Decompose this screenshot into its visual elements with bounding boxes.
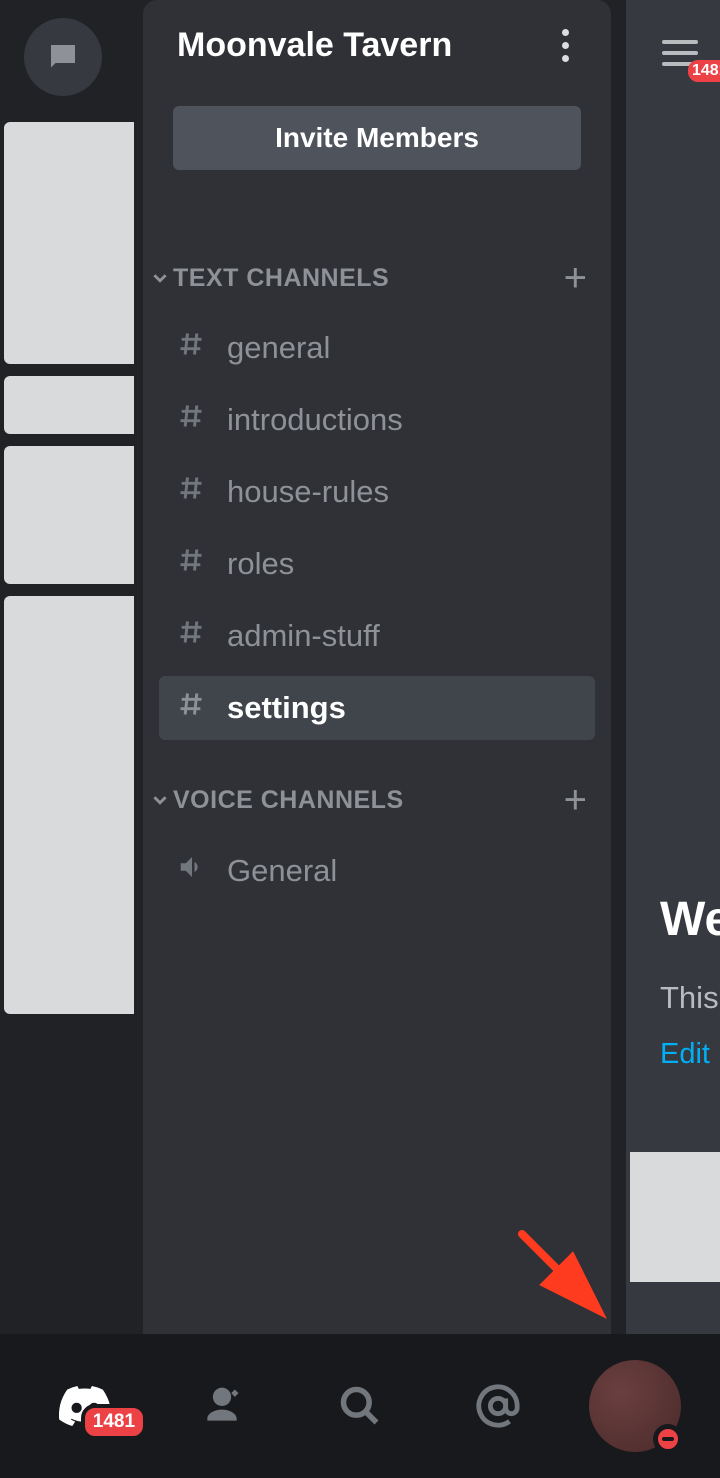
user-avatar [589, 1360, 681, 1452]
speaker-icon [177, 852, 207, 890]
voice-channels-category[interactable]: VOICE CHANNELS + [143, 748, 611, 830]
channel-name: introductions [227, 402, 403, 438]
tab-home[interactable]: 1481 [35, 1356, 135, 1456]
status-dnd-icon [653, 1424, 683, 1454]
channel-admin-stuff[interactable]: admin-stuff [159, 604, 595, 668]
bottom-tab-bar: 1481 [0, 1334, 720, 1478]
tab-friends[interactable] [172, 1356, 272, 1456]
text-channels-category[interactable]: TEXT CHANNELS + [143, 200, 611, 308]
channel-name: admin-stuff [227, 618, 380, 654]
invite-members-button[interactable]: Invite Members [173, 106, 581, 170]
hash-icon [177, 402, 207, 438]
server-rail [0, 0, 140, 1334]
chevron-down-icon [153, 793, 167, 807]
notification-badge: 1481 [81, 1404, 147, 1440]
add-voice-channel-icon[interactable]: + [564, 780, 587, 820]
server-icon[interactable] [4, 122, 134, 364]
channel-sidebar: Moonvale Tavern Invite Members TEXT CHAN… [143, 0, 611, 1334]
channel-house-rules[interactable]: house-rules [159, 460, 595, 524]
channel-name: roles [227, 546, 294, 582]
direct-messages-button[interactable] [24, 18, 102, 96]
add-text-channel-icon[interactable]: + [564, 258, 587, 298]
hash-icon [177, 690, 207, 726]
welcome-heading: We [660, 892, 720, 947]
hash-icon [177, 618, 207, 654]
search-icon [338, 1384, 382, 1428]
server-icon[interactable] [4, 446, 134, 584]
at-icon [475, 1383, 521, 1429]
channel-name: General [227, 853, 337, 889]
hash-icon [177, 546, 207, 582]
category-label: TEXT CHANNELS [173, 264, 389, 293]
server-icon[interactable] [4, 376, 134, 434]
channel-name: general [227, 330, 330, 366]
server-name: Moonvale Tavern [177, 26, 452, 65]
message-input-peek[interactable] [630, 1152, 720, 1282]
channel-general[interactable]: general [159, 316, 595, 380]
chat-bubble-icon [45, 39, 81, 75]
server-icon[interactable] [4, 596, 134, 1014]
category-label: VOICE CHANNELS [173, 786, 404, 815]
channel-introductions[interactable]: introductions [159, 388, 595, 452]
channel-name: house-rules [227, 474, 389, 510]
server-menu-icon[interactable] [549, 24, 581, 66]
chevron-down-icon [153, 271, 167, 285]
server-header[interactable]: Moonvale Tavern [143, 0, 611, 84]
hash-icon [177, 330, 207, 366]
channel-roles[interactable]: roles [159, 532, 595, 596]
edit-channel-link[interactable]: Edit [660, 1038, 710, 1071]
hash-icon [177, 474, 207, 510]
tab-search[interactable] [310, 1356, 410, 1456]
voice-channel-general[interactable]: General [159, 838, 595, 904]
channel-name: settings [227, 690, 346, 726]
tab-mentions[interactable] [448, 1356, 548, 1456]
welcome-subtext: This [660, 980, 719, 1016]
notification-badge: 1481 [688, 60, 720, 82]
channel-settings[interactable]: settings [159, 676, 595, 740]
friends-icon [200, 1384, 244, 1428]
channel-content-peek: 1481 We This Edit [626, 0, 720, 1334]
tab-profile[interactable] [585, 1356, 685, 1456]
